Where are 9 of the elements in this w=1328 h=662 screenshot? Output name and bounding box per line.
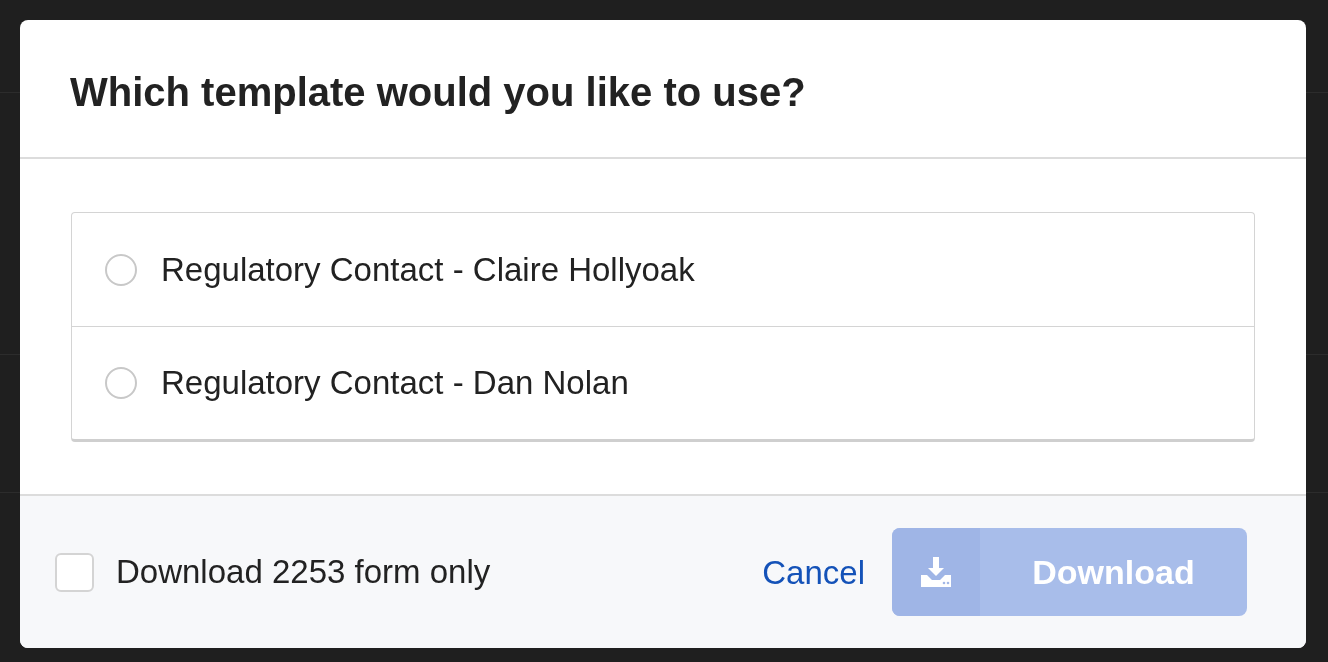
option-row[interactable]: Regulatory Contact - Dan Nolan	[72, 326, 1254, 439]
option-row[interactable]: Regulatory Contact - Claire Hollyoak	[72, 213, 1254, 326]
cancel-button[interactable]: Cancel	[762, 555, 865, 589]
download-icon	[919, 555, 953, 589]
radio-button[interactable]	[105, 367, 137, 399]
checkbox-label: Download 2253 form only	[116, 552, 491, 593]
radio-button[interactable]	[105, 253, 137, 286]
checkbox[interactable]	[55, 552, 94, 592]
dialog-title: Which template would you like to use?	[70, 71, 806, 112]
